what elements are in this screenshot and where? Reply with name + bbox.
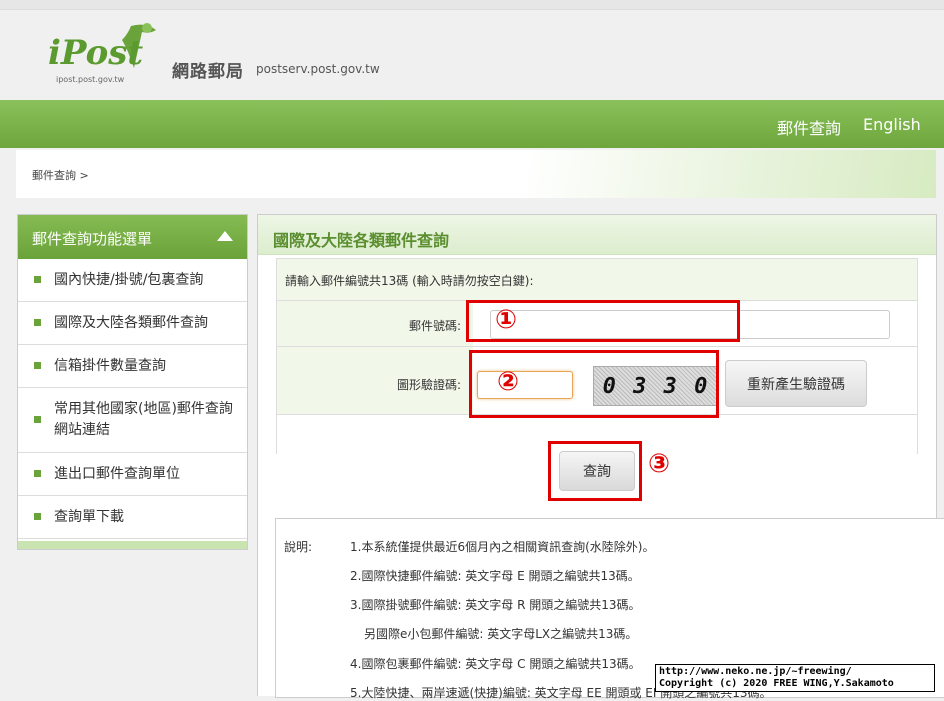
top-strip: [0, 0, 944, 10]
sidebar-item-mailbox[interactable]: 信箱掛件數量查詢: [18, 345, 247, 388]
annotation-number-3: ③: [648, 449, 671, 479]
annotation-number-2: ②: [497, 367, 520, 397]
sidebar-item-label: 查詢單下載: [54, 508, 124, 525]
sidebar-item-download[interactable]: 查詢單下載: [18, 496, 247, 539]
bullet-square-icon: [34, 470, 41, 477]
mail-label-cell: 郵件號碼:: [277, 301, 473, 346]
bullet-square-icon: [34, 513, 41, 520]
sidebar-item-other-countries[interactable]: 常用其他國家(地區)郵件查詢網站連結: [18, 388, 247, 453]
sidebar-item-domestic[interactable]: 國內快捷/掛號/包裏查詢: [18, 259, 247, 302]
copyright-text: Copyright (c) 2020 FREE WING,Y.Sakamoto: [659, 678, 894, 689]
annotation-number-1: ①: [495, 305, 518, 335]
note-line: 4.國際包裹郵件編號: 英文字母 C 開頭之編號共13碼。: [350, 657, 641, 671]
sidebar-item-label: 國內快捷/掛號/包裏查詢: [54, 271, 204, 288]
notes-label: 說明:: [284, 540, 313, 554]
logo-wordmark: iPost: [48, 33, 143, 73]
copyright-url: http://www.neko.ne.jp/~freewing/: [659, 666, 852, 677]
logo-domain: ipost.post.gov.tw: [56, 75, 125, 84]
captcha-label-cell: 圖形驗證碼:: [277, 347, 473, 414]
sidebar-item-label: 進出口郵件查詢單位: [54, 465, 180, 482]
sidebar-footer: [18, 541, 247, 549]
page-title: 國際及大陸各類郵件查詢: [258, 215, 936, 255]
sidebar-item-import-export[interactable]: 進出口郵件查詢單位: [18, 453, 247, 496]
instruction-text: 請輸入郵件編號共13碼 (輸入時請勿按空白鍵):: [285, 274, 534, 288]
instruction-row: 請輸入郵件編號共13碼 (輸入時請勿按空白鍵):: [277, 259, 917, 301]
collapse-triangle-icon[interactable]: [217, 231, 233, 241]
mail-number-label: 郵件號碼:: [408, 319, 461, 333]
bullet-square-icon: [34, 416, 41, 423]
site-domain: postserv.post.gov.tw: [256, 62, 380, 76]
sidebar-item-label: 國際及大陸各類郵件查詢: [54, 314, 208, 331]
annotation-box-3: [548, 441, 642, 501]
captcha-label: 圖形驗證碼:: [396, 378, 461, 392]
bullet-square-icon: [34, 276, 41, 283]
sidebar-menu: 郵件查詢功能選單 國內快捷/掛號/包裏查詢 國際及大陸各類郵件查詢 信箱掛件數量…: [17, 214, 248, 550]
nav-english[interactable]: English: [863, 115, 921, 134]
main-navbar: 郵件查詢 English: [0, 100, 944, 148]
note-line: 2.國際快捷郵件編號: 英文字母 E 開頭之編號共13碼。: [350, 569, 640, 583]
site-name: 網路郵局: [172, 62, 244, 82]
breadcrumb[interactable]: 郵件查詢 >: [32, 167, 89, 183]
note-line: 另國際e小包郵件編號: 英文字母LX之編號共13碼。: [364, 627, 638, 641]
bullet-square-icon: [34, 319, 41, 326]
sidebar-header[interactable]: 郵件查詢功能選單: [18, 215, 247, 259]
sidebar-item-label: 信箱掛件數量查詢: [54, 357, 166, 374]
sidebar-title: 郵件查詢功能選單: [32, 230, 153, 248]
bullet-square-icon: [34, 362, 41, 369]
sidebar-item-international[interactable]: 國際及大陸各類郵件查詢: [18, 302, 247, 345]
site-header: iPost ipost.post.gov.tw 網路郵局 postserv.po…: [0, 10, 944, 100]
ipost-logo[interactable]: iPost ipost.post.gov.tw: [46, 20, 166, 88]
nav-mail-query[interactable]: 郵件查詢: [777, 115, 841, 139]
sidebar-item-label: 常用其他國家(地區)郵件查詢網站連結: [54, 401, 233, 438]
note-line: 3.國際掛號郵件編號: 英文字母 R 開頭之編號共13碼。: [350, 598, 641, 612]
regenerate-captcha-button[interactable]: 重新產生驗證碼: [725, 360, 867, 407]
copyright-overlay: http://www.neko.ne.jp/~freewing/ Copyrig…: [655, 664, 935, 692]
breadcrumb-band: 郵件查詢 >: [16, 150, 936, 198]
note-line: 1.本系統僅提供最近6個月內之相關資訊查詢(水陸除外)。: [350, 540, 655, 554]
